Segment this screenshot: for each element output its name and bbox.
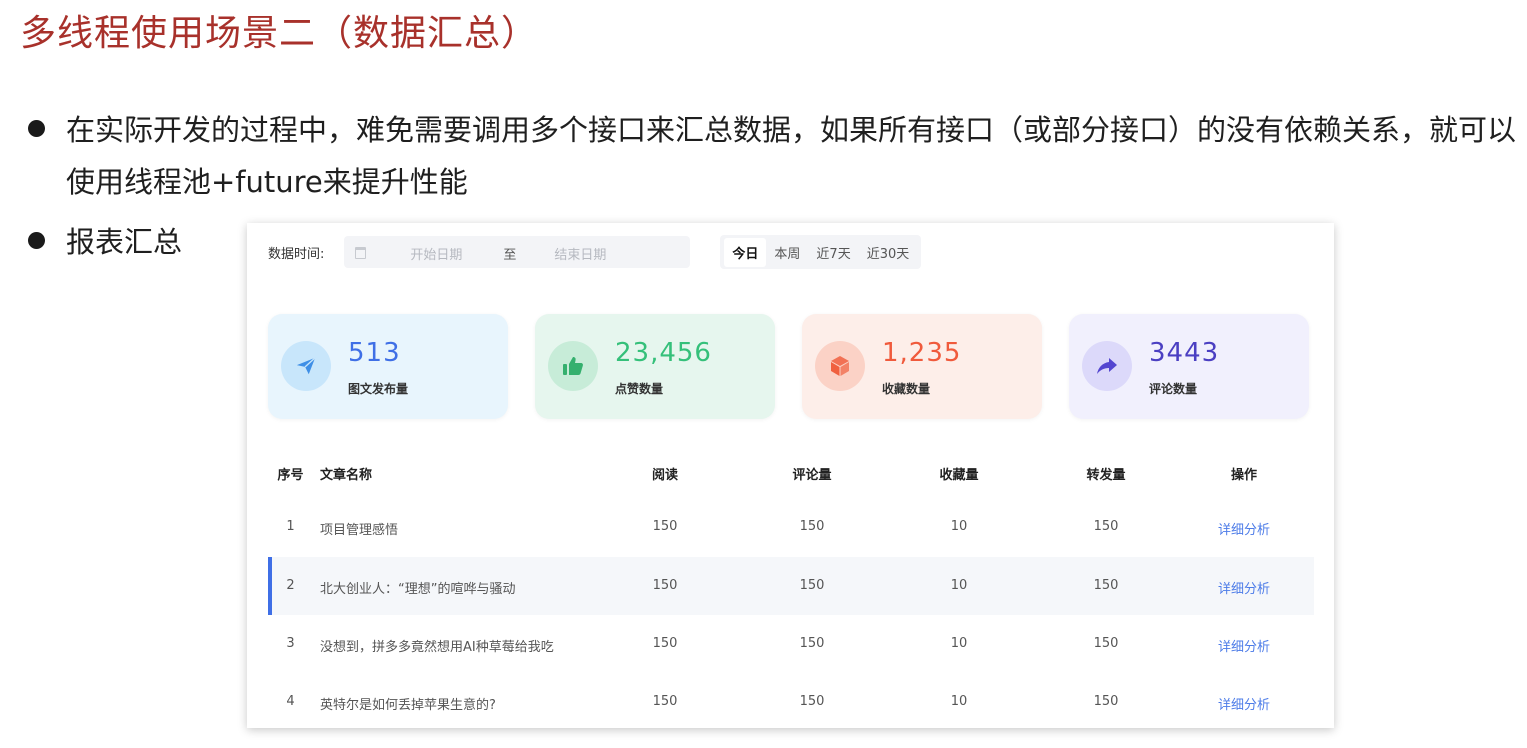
cell-fav: 10 — [950, 578, 968, 593]
stat-value: 3443 — [1149, 338, 1220, 368]
quick-range-tabs: 今日 本周 近7天 近30天 — [720, 235, 922, 269]
cell-no: 2 — [286, 578, 295, 593]
tab-this-week[interactable]: 本周 — [766, 238, 808, 267]
stat-card-posts: 513 图文发布量 — [268, 314, 508, 419]
stat-card-likes: 23,456 点赞数量 — [535, 314, 775, 419]
header-no: 序号 — [277, 468, 304, 483]
thumbs-up-icon — [548, 341, 598, 391]
filter-label: 数据时间: — [268, 246, 325, 262]
cell-no: 3 — [286, 636, 295, 651]
cell-read: 150 — [652, 578, 678, 593]
paper-plane-icon — [281, 341, 331, 391]
header-fav: 收藏量 — [939, 468, 979, 483]
cell-no: 4 — [286, 694, 295, 709]
cell-read: 150 — [652, 519, 678, 534]
cell-comment: 150 — [799, 519, 825, 534]
stat-label: 点赞数量 — [615, 382, 664, 396]
bullet-dot-icon — [28, 120, 45, 137]
share-arrow-icon — [1082, 341, 1132, 391]
date-separator: 至 — [503, 248, 517, 263]
report-panel: 数据时间: 开始日期 至 结束日期 今日 本周 近7天 近30天 513 图文发… — [247, 223, 1334, 728]
stat-label: 图文发布量 — [348, 382, 409, 396]
cell-share: 150 — [1093, 519, 1119, 534]
stat-value: 1,235 — [882, 338, 962, 368]
cell-title: 项目管理感悟 — [320, 523, 399, 538]
detail-analysis-link[interactable]: 详细分析 — [1204, 519, 1284, 538]
stat-card-favorites: 1,235 收藏数量 — [802, 314, 1042, 419]
tab-last-30-days[interactable]: 近30天 — [859, 238, 918, 267]
table-row: 3 没想到，拼多多竟然想用AI种草莓给我吃 150 150 10 150 详细分… — [268, 615, 1310, 673]
stat-card-comments: 3443 评论数量 — [1069, 314, 1309, 419]
table-row: 4 英特尔是如何丢掉苹果生意的? 150 150 10 150 详细分析 — [268, 673, 1310, 728]
box-icon — [815, 341, 865, 391]
table-row: 2 北大创业人：“理想”的喧哗与骚动 150 150 10 150 详细分析 — [268, 557, 1314, 615]
cell-comment: 150 — [799, 636, 825, 651]
cell-read: 150 — [652, 636, 678, 651]
stat-label: 评论数量 — [1149, 382, 1198, 396]
bullet-item: 在实际开发的过程中，难免需要调用多个接口来汇总数据，如果所有接口（或部分接口）的… — [28, 104, 1518, 208]
header-title: 文章名称 — [320, 468, 373, 483]
slide-title: 多线程使用场景二（数据汇总） — [20, 13, 539, 54]
start-date-input[interactable]: 开始日期 — [410, 244, 462, 263]
date-range-picker[interactable]: 开始日期 至 结束日期 — [344, 236, 691, 268]
cell-title: 北大创业人：“理想”的喧哗与骚动 — [320, 582, 516, 597]
detail-analysis-link[interactable]: 详细分析 — [1204, 578, 1284, 597]
cell-comment: 150 — [799, 578, 825, 593]
date-filter-bar: 数据时间: 开始日期 至 结束日期 今日 本周 近7天 近30天 — [268, 235, 922, 269]
header-share: 转发量 — [1086, 468, 1126, 483]
header-action: 操作 — [1230, 468, 1257, 483]
bullet-text: 在实际开发的过程中，难免需要调用多个接口来汇总数据，如果所有接口（或部分接口）的… — [66, 113, 1517, 199]
stat-label: 收藏数量 — [882, 382, 931, 396]
cell-no: 1 — [286, 519, 295, 534]
cell-share: 150 — [1093, 636, 1119, 651]
table-header: 序号 文章名称 阅读 评论量 收藏量 转发量 操作 — [268, 464, 1310, 494]
stat-value: 513 — [348, 338, 401, 368]
calendar-icon — [355, 247, 367, 259]
cell-share: 150 — [1093, 694, 1119, 709]
cell-fav: 10 — [950, 694, 968, 709]
header-comment: 评论量 — [792, 468, 832, 483]
detail-analysis-link[interactable]: 详细分析 — [1204, 694, 1284, 713]
cell-fav: 10 — [950, 636, 968, 651]
cell-title: 没想到，拼多多竟然想用AI种草莓给我吃 — [320, 640, 554, 655]
cell-share: 150 — [1093, 578, 1119, 593]
end-date-input[interactable]: 结束日期 — [554, 244, 606, 263]
tab-last-7-days[interactable]: 近7天 — [808, 238, 858, 267]
cell-comment: 150 — [799, 694, 825, 709]
stat-value: 23,456 — [615, 338, 712, 368]
detail-analysis-link[interactable]: 详细分析 — [1204, 636, 1284, 655]
bullet-dot-icon — [28, 232, 45, 249]
header-read: 阅读 — [651, 468, 678, 483]
cell-fav: 10 — [950, 519, 968, 534]
cell-read: 150 — [652, 694, 678, 709]
cell-title: 英特尔是如何丢掉苹果生意的? — [320, 698, 496, 713]
table-row: 1 项目管理感悟 150 150 10 150 详细分析 — [268, 498, 1310, 556]
bullet-text: 报表汇总 — [66, 225, 183, 259]
tab-today[interactable]: 今日 — [724, 237, 767, 267]
